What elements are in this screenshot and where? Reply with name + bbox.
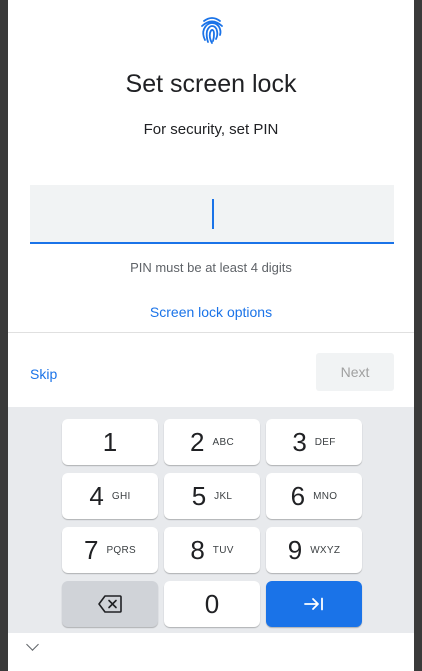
page-subtitle: For security, set PIN	[143, 121, 279, 138]
key-digit: 8	[190, 534, 205, 565]
phone-screen: Set screen lock For security, set PIN PI…	[8, 0, 414, 671]
backspace-key[interactable]	[62, 581, 158, 627]
enter-key[interactable]	[266, 581, 362, 627]
key-digit: 7	[83, 534, 99, 565]
divider	[8, 332, 414, 333]
skip-button[interactable]: Skip	[30, 366, 57, 382]
key-7[interactable]: 7 PQRS	[62, 527, 158, 573]
key-4[interactable]: 4 GHI	[62, 473, 158, 519]
key-digit: 6	[290, 480, 306, 511]
pin-input[interactable]	[30, 185, 394, 244]
key-digit: 0	[204, 588, 220, 619]
chevron-down-icon[interactable]	[26, 638, 39, 651]
backspace-icon	[98, 595, 122, 613]
key-letters: JKL	[214, 490, 233, 502]
next-button[interactable]: Next	[316, 353, 394, 391]
key-digit: 4	[89, 480, 104, 511]
key-digit: 3	[292, 426, 307, 457]
tab-enter-icon	[304, 597, 323, 611]
key-9[interactable]: 9 WXYZ	[266, 527, 362, 573]
fingerprint-icon	[201, 17, 223, 44]
numeric-keypad: 1 2 ABC 3 DEF 4 GHI 5 JKL 6 MNO 7 PQRS 8…	[8, 407, 414, 633]
text-cursor	[212, 199, 214, 229]
key-0[interactable]: 0	[164, 581, 260, 627]
key-digit: 1	[102, 426, 118, 457]
screen-lock-options-link[interactable]: Screen lock options	[8, 304, 414, 320]
key-letters: GHI	[111, 490, 131, 502]
key-letters: MNO	[313, 490, 338, 502]
key-letters: DEF	[314, 436, 336, 448]
key-2[interactable]: 2 ABC	[164, 419, 260, 465]
pin-hint: PIN must be at least 4 digits	[130, 260, 292, 275]
key-digit: 5	[191, 480, 207, 511]
key-letters: WXYZ	[310, 544, 341, 556]
key-3[interactable]: 3 DEF	[266, 419, 362, 465]
key-1[interactable]: 1	[62, 419, 158, 465]
key-5[interactable]: 5 JKL	[164, 473, 260, 519]
nav-bar	[8, 633, 414, 671]
page-title: Set screen lock	[125, 70, 297, 98]
key-letters: PQRS	[106, 544, 136, 556]
key-letters: TUV	[212, 544, 234, 556]
key-8[interactable]: 8 TUV	[164, 527, 260, 573]
key-digit: 9	[287, 534, 303, 565]
key-letters: ABC	[212, 436, 234, 448]
key-6[interactable]: 6 MNO	[266, 473, 362, 519]
key-digit: 2	[190, 426, 205, 457]
